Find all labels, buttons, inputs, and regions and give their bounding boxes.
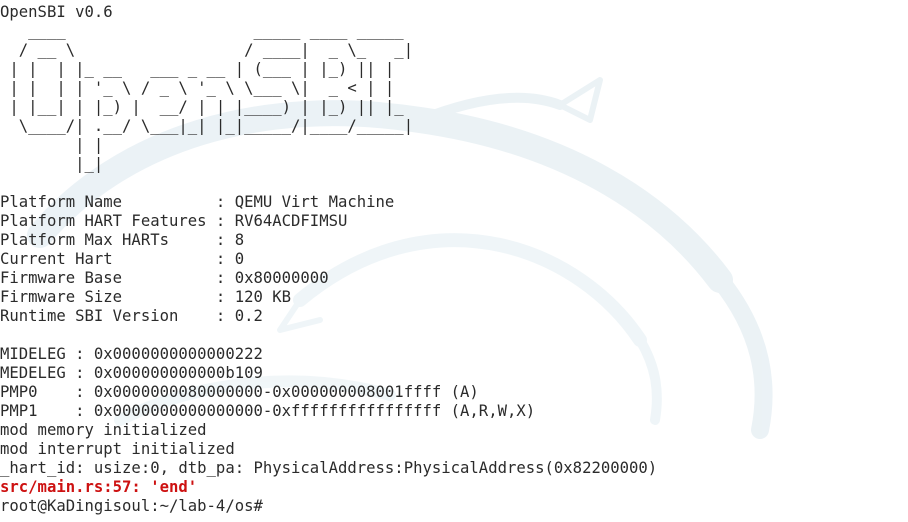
shell-prompt[interactable]: root@KaDingisoul:~/lab-4/os#	[0, 497, 657, 516]
output-line: | |	[0, 136, 104, 154]
error-line: src/main.rs:57: 'end'	[0, 478, 198, 496]
output-line: mod interrupt initialized	[0, 440, 235, 458]
output-line: Platform Max HARTs : 8	[0, 231, 245, 249]
output-line: Platform HART Features : RV64ACDFIMSU	[0, 212, 348, 230]
output-line: |_|	[0, 155, 104, 173]
next-line-partial	[0, 516, 908, 522]
output-line: \____/| .__/ \___|_| |_|_____/|____/____…	[0, 117, 414, 135]
output-line: MIDELEG : 0x0000000000000222	[0, 345, 263, 363]
output-line: ____ _____ ____ _____	[0, 22, 404, 40]
output-line: PMP0 : 0x0000000080000000-0x000000008001…	[0, 383, 479, 401]
terminal-output: OpenSBI v0.6 ____ _____ ____ _____ / __ …	[0, 3, 657, 516]
output-line: | |__| | |_) | __/ | | |____) | |_) || |…	[0, 98, 404, 116]
output-line: | | | |_ __ ___ _ __ | (___ | |_) || |	[0, 60, 395, 78]
output-line: mod memory initialized	[0, 421, 207, 439]
output-line: Platform Name : QEMU Virt Machine	[0, 193, 395, 211]
output-line: _hart_id: usize:0, dtb_pa: PhysicalAddre…	[0, 459, 658, 477]
output-line: | | | | '_ \ / _ \ '_ \ \___ \| _ < | |	[0, 79, 395, 97]
output-line: PMP1 : 0x0000000000000000-0xffffffffffff…	[0, 402, 536, 420]
output-line: / __ \ / ____| _ \_ _|	[0, 41, 414, 59]
output-line: Firmware Base : 0x80000000	[0, 269, 329, 287]
output-line: Current Hart : 0	[0, 250, 245, 268]
terminal-window[interactable]: OpenSBI v0.6 ____ _____ ____ _____ / __ …	[0, 0, 908, 522]
output-line: Runtime SBI Version : 0.2	[0, 307, 263, 325]
output-line: Firmware Size : 120 KB	[0, 288, 292, 306]
output-line: OpenSBI v0.6	[0, 3, 113, 21]
output-line: MEDELEG : 0x000000000000b109	[0, 364, 263, 382]
